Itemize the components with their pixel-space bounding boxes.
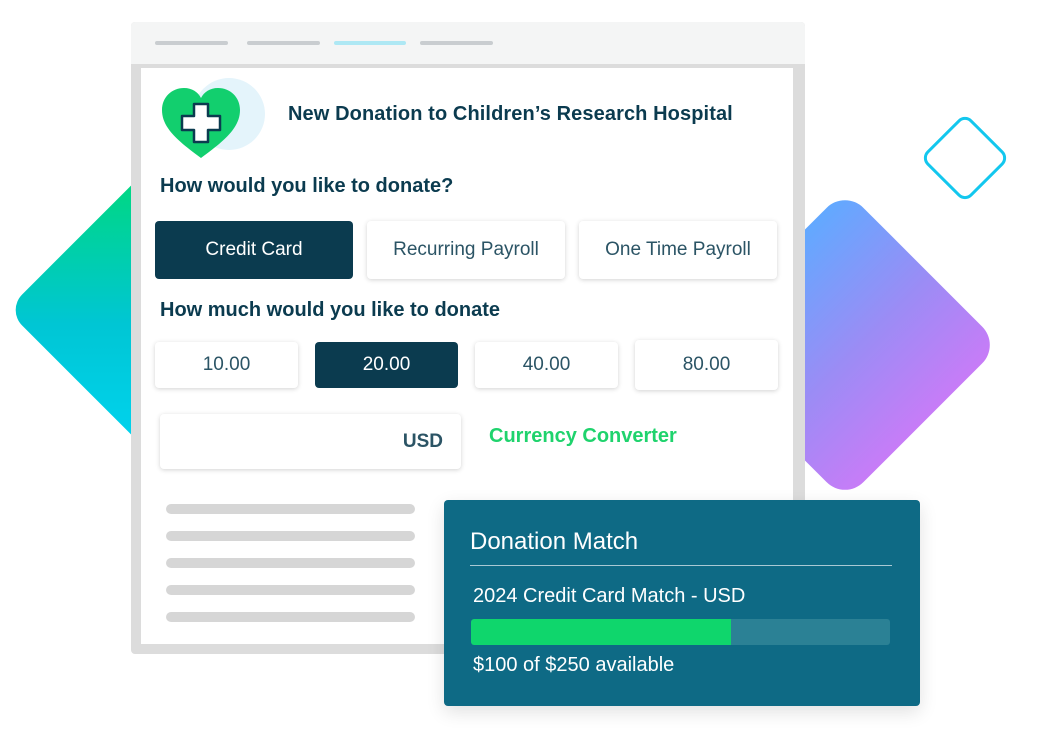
donation-match-title: Donation Match (470, 528, 639, 555)
decorative-outline-diamond (919, 112, 1011, 204)
donation-method-question: How would you like to donate? (160, 175, 454, 197)
page-title: New Donation to Children’s Research Hosp… (288, 103, 733, 125)
browser-tab-placeholder (420, 41, 493, 45)
placeholder-text-line (166, 504, 415, 514)
heart-plus-icon (162, 88, 240, 158)
amount-80-button[interactable]: 80.00 (635, 340, 778, 390)
placeholder-text-line (166, 558, 415, 568)
amount-label: 40.00 (522, 354, 571, 375)
custom-amount-input[interactable]: USD (160, 414, 461, 469)
amount-20-button[interactable]: 20.00 (315, 342, 458, 388)
placeholder-text-line (166, 612, 415, 622)
amount-label: 10.00 (202, 354, 251, 375)
match-program-name: 2024 Credit Card Match - USD (473, 585, 746, 607)
match-progress-bar (471, 619, 890, 645)
match-availability-text: $100 of $250 available (473, 654, 675, 676)
option-label: Recurring Payroll (393, 239, 539, 260)
divider (470, 565, 892, 566)
browser-tab-active-placeholder (334, 41, 406, 45)
browser-tab-placeholder (155, 41, 228, 45)
donation-amount-question: How much would you like to donate (160, 299, 501, 321)
match-progress-fill (471, 619, 731, 645)
amount-label: 80.00 (682, 354, 731, 375)
currency-converter-link[interactable]: Currency Converter (489, 425, 677, 448)
placeholder-text-line (166, 585, 415, 595)
one-time-payroll-option-button[interactable]: One Time Payroll (579, 221, 777, 279)
option-label: Credit Card (205, 239, 303, 260)
browser-tab-placeholder (247, 41, 320, 45)
credit-card-option-button[interactable]: Credit Card (155, 221, 353, 279)
placeholder-text-line (166, 531, 415, 541)
amount-10-button[interactable]: 10.00 (155, 342, 298, 388)
recurring-payroll-option-button[interactable]: Recurring Payroll (367, 221, 565, 279)
option-label: One Time Payroll (605, 239, 751, 260)
amount-label: 20.00 (362, 354, 411, 375)
amount-40-button[interactable]: 40.00 (475, 342, 618, 388)
currency-code: USD (402, 430, 443, 452)
